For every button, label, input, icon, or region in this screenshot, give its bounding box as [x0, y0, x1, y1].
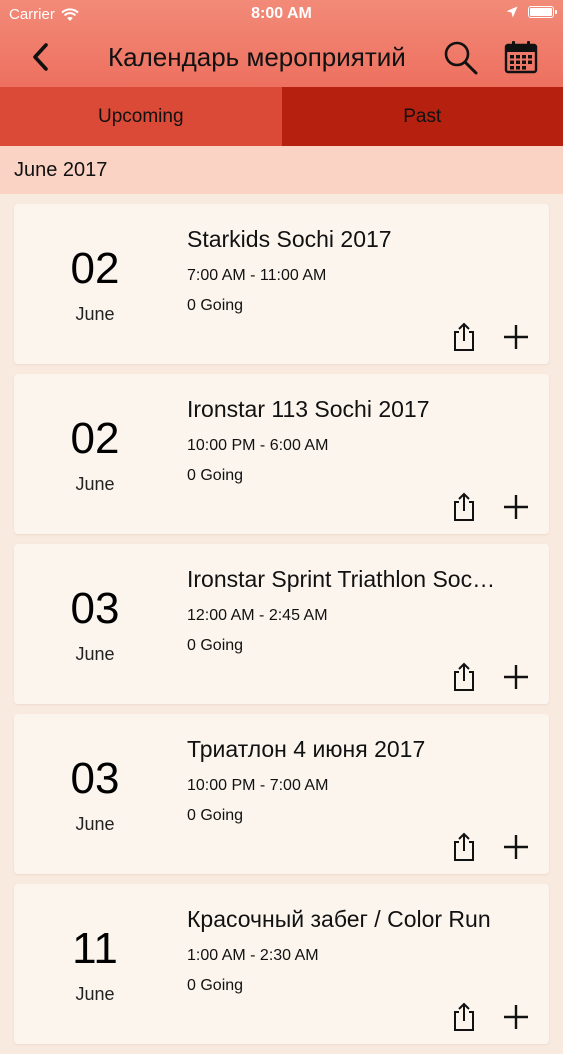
plus-icon: [500, 831, 532, 863]
add-button[interactable]: [500, 321, 532, 353]
search-button[interactable]: [442, 39, 480, 77]
event-day: 03: [14, 755, 176, 803]
share-button[interactable]: [450, 321, 478, 353]
event-going-count: 0 Going: [187, 977, 243, 995]
event-time: 12:00 AM - 2:45 AM: [187, 607, 328, 625]
section-header: June 2017: [0, 146, 563, 194]
event-day: 02: [14, 415, 176, 463]
segmented-tabs: Upcoming Past: [0, 87, 563, 146]
date-block: 02 June: [14, 374, 176, 534]
event-time: 1:00 AM - 2:30 AM: [187, 947, 319, 965]
event-card[interactable]: 02 June Starkids Sochi 2017 7:00 AM - 11…: [14, 204, 549, 364]
event-day: 03: [14, 585, 176, 633]
event-card[interactable]: 11 June Красочный забег / Color Run 1:00…: [14, 884, 549, 1044]
event-card[interactable]: 02 June Ironstar 113 Sochi 2017 10:00 PM…: [14, 374, 549, 534]
plus-icon: [500, 661, 532, 693]
event-month: June: [14, 304, 176, 325]
calendar-icon: [503, 39, 539, 75]
status-right: [506, 6, 554, 18]
nav-bar: Календарь мероприятий: [0, 30, 563, 87]
tab-past-label: Past: [403, 106, 441, 128]
event-time: 10:00 PM - 6:00 AM: [187, 437, 328, 455]
location-arrow-icon: [506, 6, 518, 18]
add-button[interactable]: [500, 661, 532, 693]
tab-past[interactable]: Past: [282, 87, 563, 146]
calendar-button[interactable]: [503, 39, 539, 75]
tab-upcoming[interactable]: Upcoming: [0, 87, 282, 146]
plus-icon: [500, 1001, 532, 1033]
add-button[interactable]: [500, 1001, 532, 1033]
status-time: 8:00 AM: [0, 5, 563, 23]
event-time: 7:00 AM - 11:00 AM: [187, 267, 326, 285]
page-title: Календарь мероприятий: [108, 42, 406, 73]
back-button[interactable]: [26, 40, 56, 74]
event-day: 02: [14, 245, 176, 293]
share-button[interactable]: [450, 831, 478, 863]
share-icon: [450, 321, 478, 353]
date-block: 11 June: [14, 884, 176, 1044]
share-button[interactable]: [450, 661, 478, 693]
date-block: 03 June: [14, 544, 176, 704]
chevron-left-icon: [26, 40, 56, 74]
header: Carrier 8:00 AM Календарь мероприятий: [0, 0, 563, 87]
plus-icon: [500, 321, 532, 353]
add-button[interactable]: [500, 491, 532, 523]
date-block: 03 June: [14, 714, 176, 874]
plus-icon: [500, 491, 532, 523]
event-going-count: 0 Going: [187, 467, 243, 485]
event-month: June: [14, 984, 176, 1005]
tab-upcoming-label: Upcoming: [98, 106, 184, 128]
share-button[interactable]: [450, 491, 478, 523]
event-title: Красочный забег / Color Run: [187, 906, 527, 933]
event-day: 11: [14, 925, 176, 973]
event-going-count: 0 Going: [187, 297, 243, 315]
share-icon: [450, 491, 478, 523]
event-card[interactable]: 03 June Триатлон 4 июня 2017 10:00 PM - …: [14, 714, 549, 874]
add-button[interactable]: [500, 831, 532, 863]
share-icon: [450, 831, 478, 863]
share-icon: [450, 661, 478, 693]
share-button[interactable]: [450, 1001, 478, 1033]
event-time: 10:00 PM - 7:00 AM: [187, 777, 328, 795]
status-bar: Carrier 8:00 AM: [0, 0, 563, 30]
event-title: Ironstar Sprint Triathlon Soc…: [187, 566, 527, 593]
event-title: Ironstar 113 Sochi 2017: [187, 396, 527, 423]
event-month: June: [14, 814, 176, 835]
share-icon: [450, 1001, 478, 1033]
event-month: June: [14, 644, 176, 665]
event-list: 02 June Starkids Sochi 2017 7:00 AM - 11…: [14, 204, 549, 1054]
event-month: June: [14, 474, 176, 495]
search-icon: [442, 39, 480, 77]
event-going-count: 0 Going: [187, 637, 243, 655]
event-card[interactable]: 03 June Ironstar Sprint Triathlon Soc… 1…: [14, 544, 549, 704]
event-title: Starkids Sochi 2017: [187, 226, 527, 253]
event-going-count: 0 Going: [187, 807, 243, 825]
date-block: 02 June: [14, 204, 176, 364]
section-title: June 2017: [14, 159, 107, 182]
event-title: Триатлон 4 июня 2017: [187, 736, 527, 763]
battery-icon: [528, 6, 554, 18]
